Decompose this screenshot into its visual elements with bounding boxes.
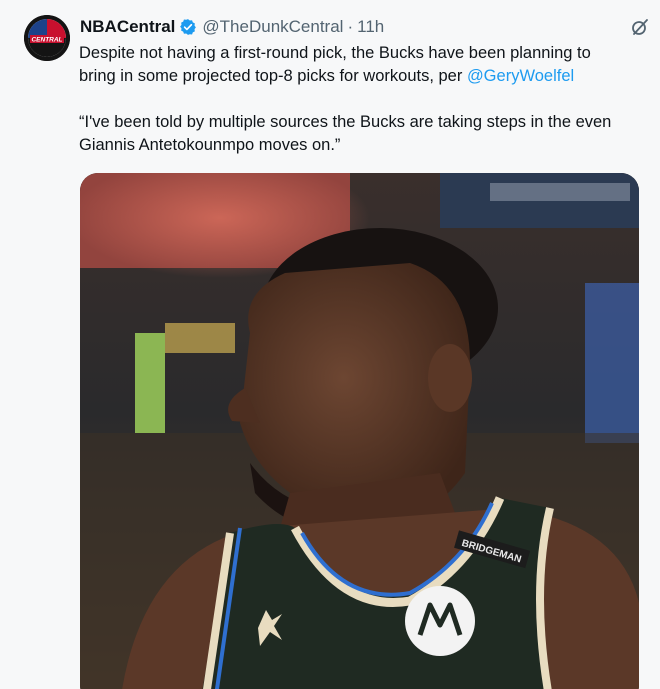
- mention-link[interactable]: @GeryWoelfel: [467, 67, 574, 85]
- tweet-header: NBACentral @TheDunkCentral · 11h: [80, 16, 384, 38]
- nbacentral-logo: CENTRAL: [24, 15, 70, 61]
- verified-badge-icon: [180, 19, 197, 35]
- timestamp[interactable]: 11h: [357, 17, 384, 37]
- player-photo: BRIDGEMAN: [80, 173, 639, 689]
- tweet-text-line2: bring in some projected top-8 picks for …: [79, 65, 660, 88]
- avatar[interactable]: CENTRAL: [24, 15, 70, 61]
- tweet-text-line1: Despite not having a first-round pick, t…: [79, 44, 591, 62]
- separator-dot: ·: [347, 17, 354, 36]
- tweet-text: Despite not having a first-round pick, t…: [79, 42, 660, 157]
- display-name[interactable]: NBACentral: [80, 17, 175, 37]
- tweet-text-line2-prefix: bring in some projected top-8 picks for …: [79, 67, 467, 85]
- avatar-logo-text: CENTRAL: [31, 37, 62, 44]
- handle[interactable]: @TheDunkCentral: [202, 17, 343, 37]
- tweet-card[interactable]: CENTRAL NBACentral @TheDunkCentral · 11h…: [0, 0, 660, 689]
- tweet-photo[interactable]: BRIDGEMAN: [80, 173, 639, 689]
- quote-line1: “I've been told by multiple sources the …: [79, 113, 612, 131]
- grok-icon[interactable]: [630, 17, 650, 37]
- quote-line2: Giannis Antetokounmpo moves on.”: [79, 136, 341, 154]
